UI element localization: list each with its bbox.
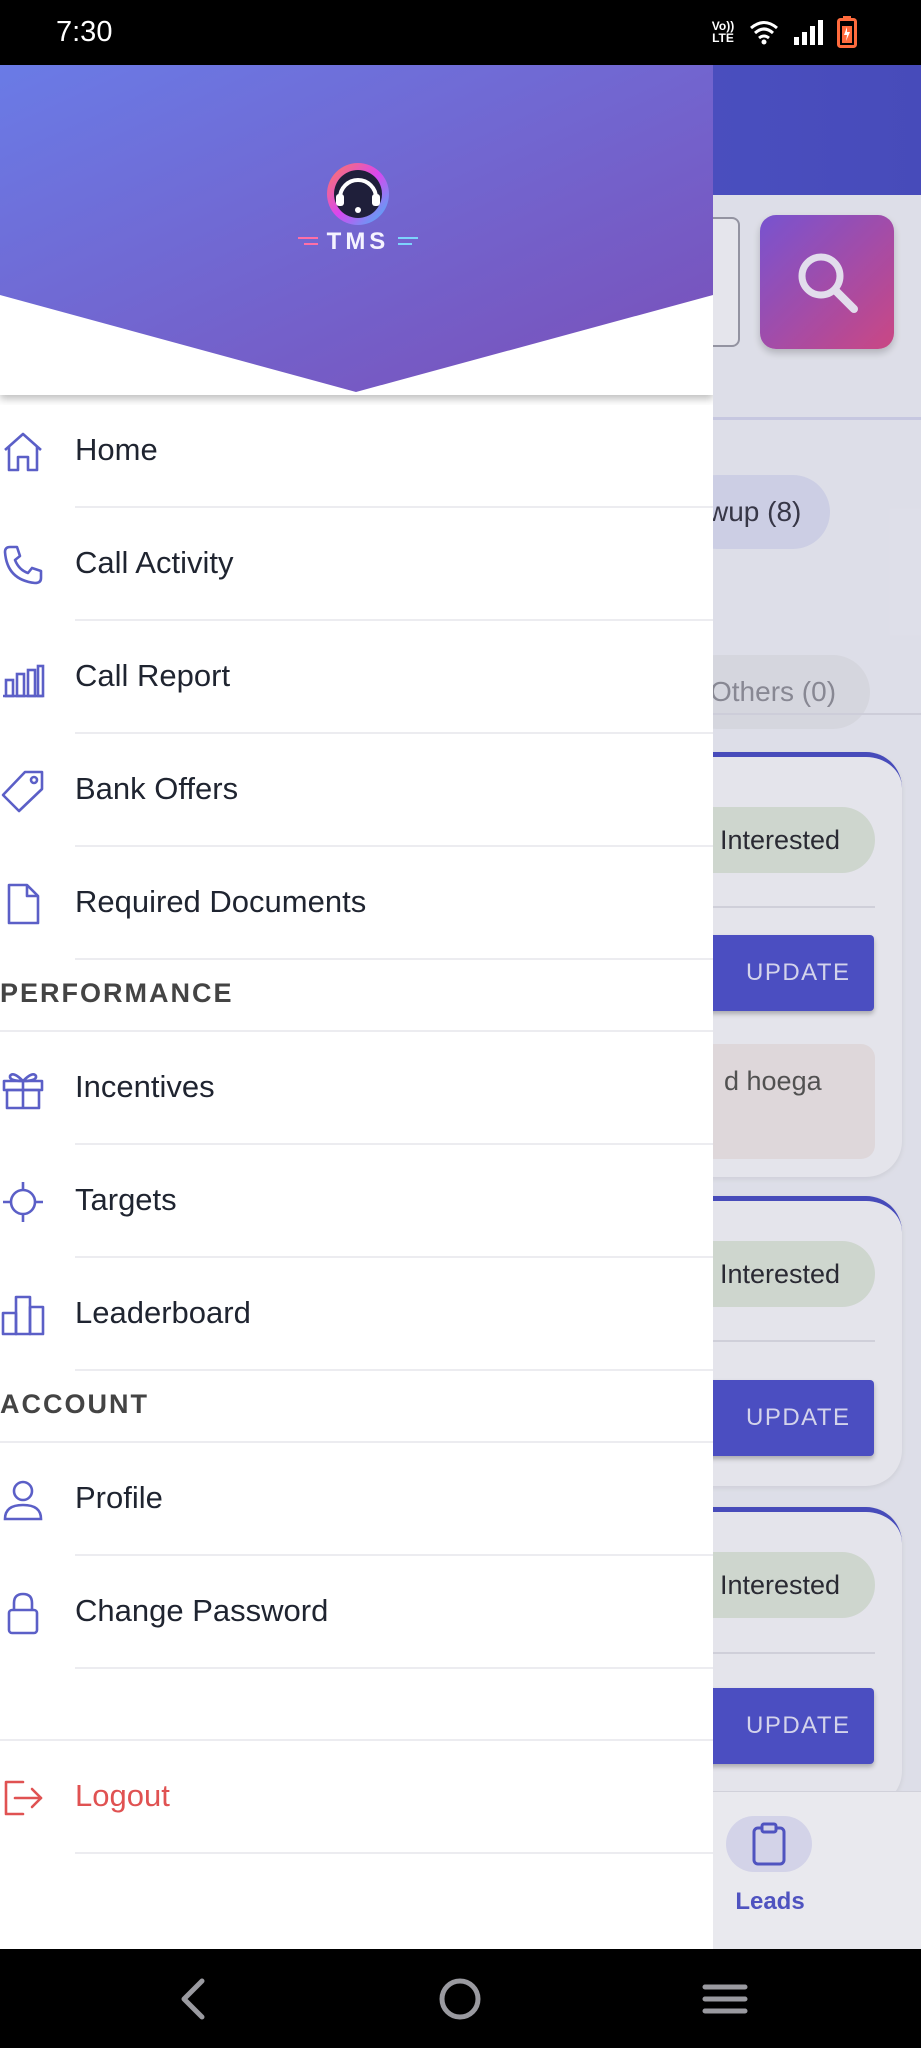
divider bbox=[0, 1669, 713, 1741]
logout-icon bbox=[0, 1775, 46, 1821]
drawer-header: TMS bbox=[0, 65, 713, 395]
back-icon bbox=[181, 1978, 205, 2020]
menu-item-home[interactable]: Home bbox=[0, 395, 713, 508]
signal-icon bbox=[794, 20, 823, 45]
phone-icon bbox=[0, 542, 46, 588]
bar-chart-icon bbox=[0, 655, 46, 701]
menu-item-label: Required Documents bbox=[75, 884, 367, 919]
gift-icon bbox=[0, 1066, 46, 1112]
volte-icon: Vo)) LTE bbox=[711, 19, 735, 45]
drawer-menu: Home Call Activity Call Report Bank Offe… bbox=[0, 395, 713, 1854]
battery-charging-icon bbox=[837, 16, 857, 48]
section-title: PERFORMANCE bbox=[0, 978, 234, 1008]
section-title: ACCOUNT bbox=[0, 1389, 149, 1419]
leaderboard-icon bbox=[0, 1292, 46, 1338]
status-bar: 7:30 Vo)) LTE bbox=[0, 0, 921, 65]
menu-item-label: Logout bbox=[75, 1778, 170, 1813]
system-nav-bar bbox=[0, 1949, 921, 2048]
document-icon bbox=[0, 881, 46, 927]
menu-item-label: Incentives bbox=[75, 1069, 215, 1104]
menu-item-required-documents[interactable]: Required Documents bbox=[0, 847, 713, 960]
section-header-account: ACCOUNT bbox=[0, 1371, 713, 1443]
menu-item-label: Change Password bbox=[75, 1593, 329, 1628]
tag-icon bbox=[0, 768, 46, 814]
menu-item-targets[interactable]: Targets bbox=[0, 1145, 713, 1258]
app-logo: TMS bbox=[296, 162, 420, 262]
menu-item-profile[interactable]: Profile bbox=[0, 1443, 713, 1556]
menu-item-change-password[interactable]: Change Password bbox=[0, 1556, 713, 1669]
status-time: 7:30 bbox=[56, 16, 113, 48]
menu-item-bank-offers[interactable]: Bank Offers bbox=[0, 734, 713, 847]
menu-item-label: Home bbox=[75, 432, 158, 467]
user-icon bbox=[0, 1477, 46, 1523]
menu-item-call-activity[interactable]: Call Activity bbox=[0, 508, 713, 621]
menu-item-label: Call Report bbox=[75, 658, 231, 693]
recents-button[interactable] bbox=[693, 1967, 757, 2031]
logo-text: TMS bbox=[327, 228, 390, 255]
home-circle-icon bbox=[439, 1978, 481, 2020]
navigation-drawer: TMS Home Call Activity Call Report Bank … bbox=[0, 65, 713, 1949]
home-button[interactable] bbox=[428, 1967, 492, 2031]
logout-button[interactable]: Logout bbox=[0, 1741, 713, 1854]
menu-item-label: Profile bbox=[75, 1480, 163, 1515]
menu-item-incentives[interactable]: Incentives bbox=[0, 1032, 713, 1145]
lock-icon bbox=[0, 1590, 46, 1636]
section-header-performance: PERFORMANCE bbox=[0, 960, 713, 1032]
menu-item-label: Leaderboard bbox=[75, 1295, 251, 1330]
recents-icon bbox=[702, 1984, 748, 2014]
back-button[interactable] bbox=[162, 1967, 226, 2031]
menu-item-label: Bank Offers bbox=[75, 771, 239, 806]
menu-item-label: Targets bbox=[75, 1182, 177, 1217]
menu-item-leaderboard[interactable]: Leaderboard bbox=[0, 1258, 713, 1371]
home-icon bbox=[0, 429, 46, 475]
menu-item-call-report[interactable]: Call Report bbox=[0, 621, 713, 734]
wifi-icon bbox=[750, 21, 778, 45]
status-icons: Vo)) LTE bbox=[711, 14, 857, 50]
menu-item-label: Call Activity bbox=[75, 545, 234, 580]
target-icon bbox=[0, 1179, 46, 1225]
